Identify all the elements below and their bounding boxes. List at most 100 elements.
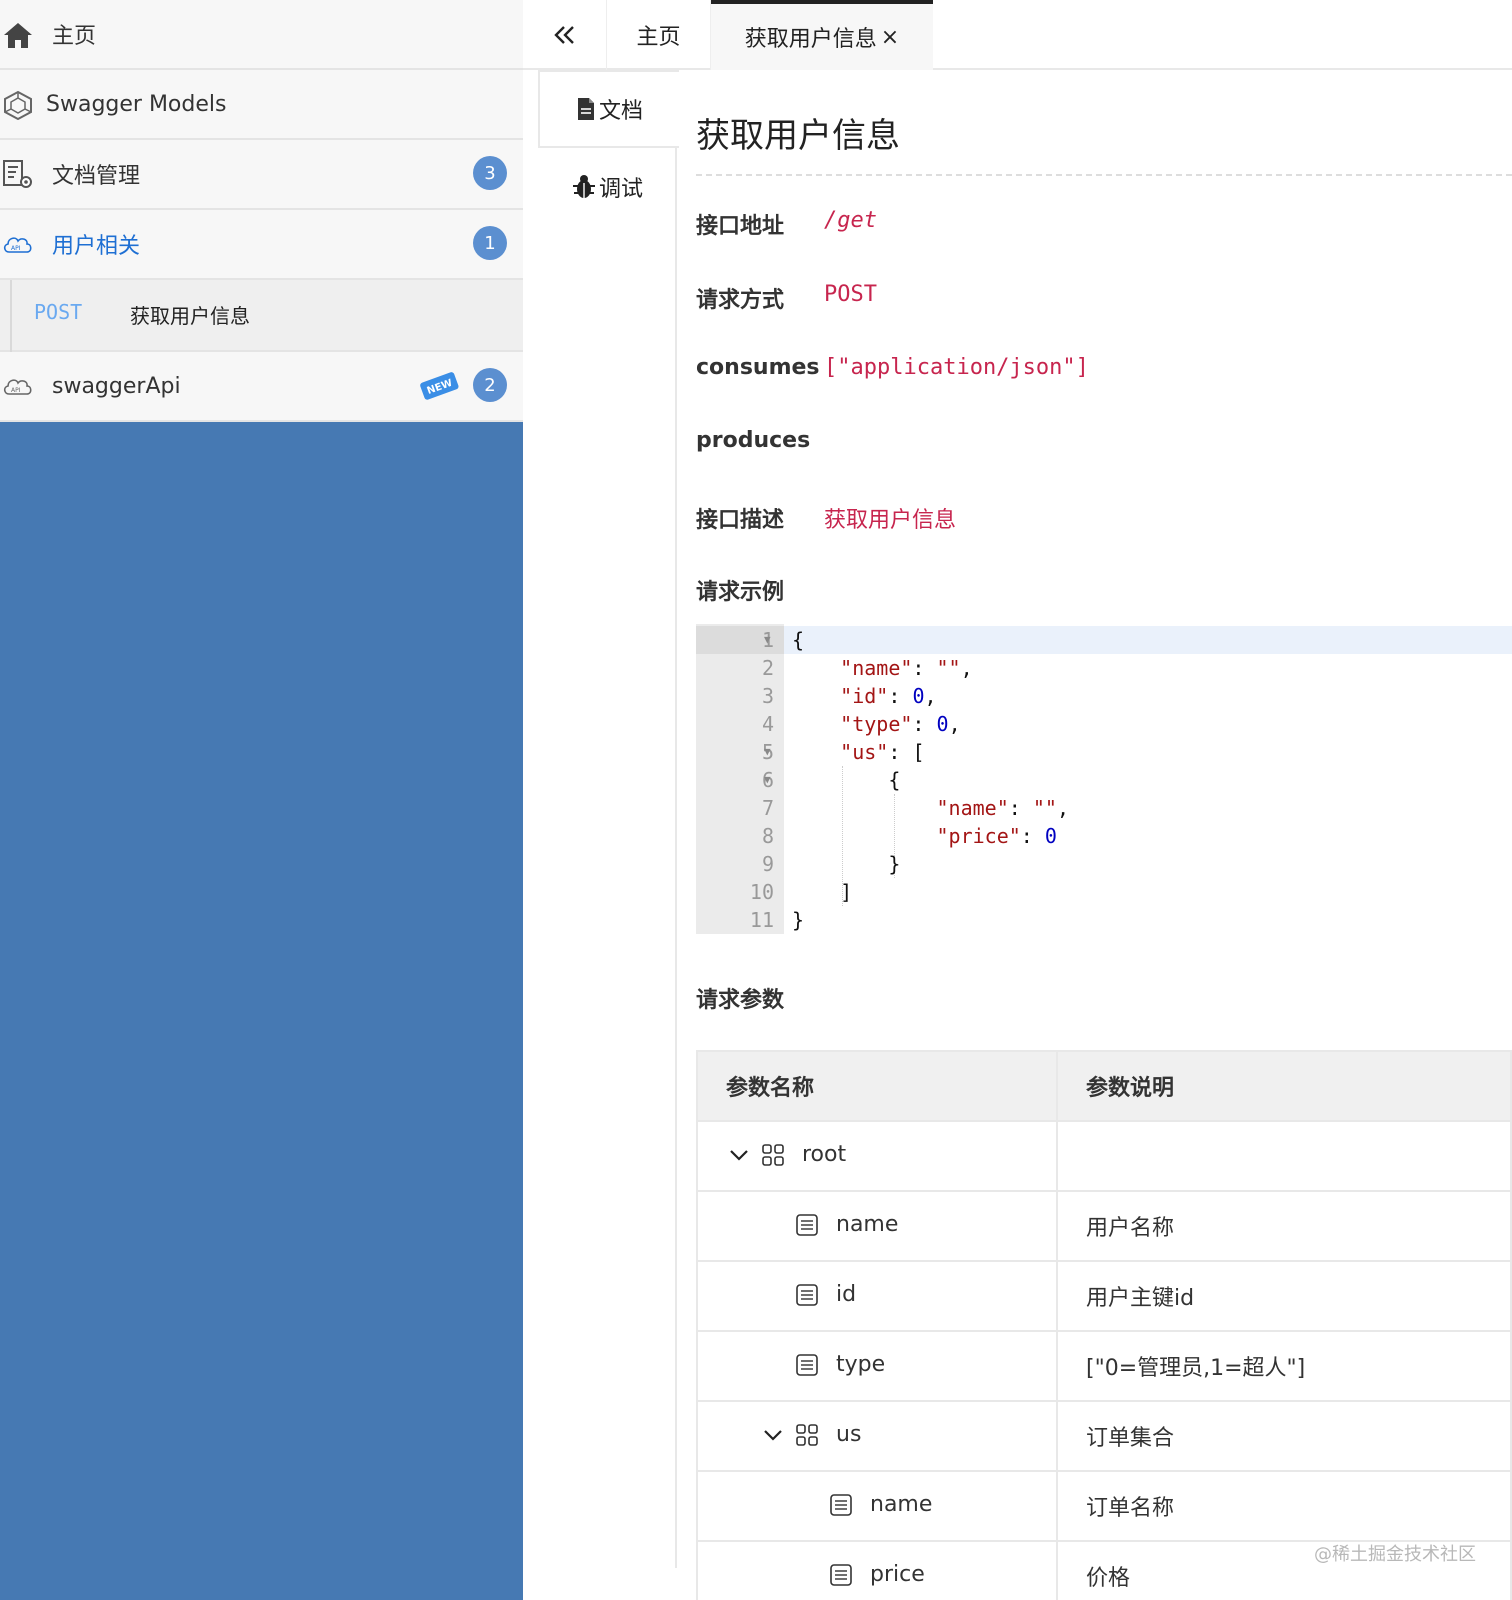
http-method: POST <box>34 300 83 324</box>
field-address: 接口地址 /get <box>696 208 877 240</box>
field-description: 接口描述 获取用户信息 <box>696 502 956 534</box>
code-editor[interactable]: 1 ▼ { 2 "name": "", 3 "id": 0, 4 "type": … <box>696 624 1512 934</box>
field-value: ["application/json"] <box>824 355 1089 380</box>
field-icon <box>830 1564 852 1586</box>
params-table: 参数名称 参数说明 root name 用户名称 id 用户主键id type … <box>696 1050 1512 1600</box>
param-name: name <box>836 1212 899 1237</box>
tab-debug[interactable]: 调试 <box>538 148 677 226</box>
models-icon <box>2 90 34 121</box>
sidebar-item-home[interactable]: 主页 <box>0 0 523 70</box>
table-row[interactable]: name 用户名称 <box>696 1191 1512 1262</box>
tab-label: 获取用户信息 <box>744 27 877 52</box>
line-number: 11 <box>749 908 774 932</box>
count-badge: 1 <box>473 226 507 260</box>
fold-arrow-icon: ▼ <box>764 745 771 758</box>
field-icon <box>830 1494 852 1516</box>
doc-settings-icon <box>2 160 34 190</box>
param-desc: 用户名称 <box>1056 1191 1512 1262</box>
example-section-title: 请求示例 <box>696 580 785 605</box>
field-value: POST <box>824 282 877 307</box>
sidebar: 主页 Swagger Models 文档管理 3 API 用户相关 1 POST… <box>0 0 523 1600</box>
close-icon[interactable]: × <box>881 25 899 50</box>
field-method: 请求方式 POST <box>696 282 877 314</box>
sidebar-item-label: Swagger Models <box>46 91 227 117</box>
double-chevron-left-icon <box>553 26 574 44</box>
sidebar-subitem-get-user-info[interactable]: POST 获取用户信息 <box>0 280 523 352</box>
file-icon <box>577 98 594 120</box>
svg-text:API: API <box>11 245 21 252</box>
api-cloud-icon: API <box>2 372 34 402</box>
param-desc: 订单名称 <box>1056 1471 1512 1542</box>
field-consumes: consumes ["application/json"] <box>696 355 1089 380</box>
home-icon <box>2 20 34 50</box>
sidebar-item-label: 用户相关 <box>52 234 141 259</box>
tab-home[interactable]: 主页 <box>607 0 711 70</box>
chevron-down-icon[interactable] <box>762 1424 784 1446</box>
column-header: 参数说明 <box>1056 1050 1512 1122</box>
field-label: 接口描述 <box>696 508 785 533</box>
field-icon <box>796 1284 818 1306</box>
code-line: 9 } <box>761 852 901 876</box>
fold-arrow-icon: ▼ <box>764 633 771 646</box>
code-line: 1 ▼ { <box>761 628 805 652</box>
code-line: 11 } <box>749 908 805 932</box>
sidebar-item-label: swaggerApi <box>52 373 181 399</box>
code-line: 6 ▼ { <box>761 768 901 792</box>
tab-doc[interactable]: 文档 <box>538 70 679 148</box>
field-value: /get <box>824 208 877 233</box>
new-tag-icon: NEW <box>418 368 460 400</box>
code-line: 3 "id": 0, <box>761 684 937 708</box>
table-row[interactable]: id 用户主键id <box>696 1261 1512 1332</box>
subitem-label: 获取用户信息 <box>130 304 250 328</box>
code-line: 4 "type": 0, <box>761 712 961 736</box>
doc-view-tabs: 文档 调试 <box>538 70 679 1568</box>
table-row[interactable]: type ["0=管理员,1=超人"] <box>696 1331 1512 1402</box>
table-row[interactable]: name 订单名称 <box>696 1471 1512 1542</box>
table-row[interactable]: root <box>696 1121 1512 1192</box>
title-divider <box>696 174 1512 176</box>
field-label: consumes <box>696 355 820 380</box>
field-value: 获取用户信息 <box>824 508 957 533</box>
param-desc: 用户主键id <box>1056 1261 1512 1332</box>
fold-arrow-icon: ▼ <box>764 773 771 786</box>
code-line: 10 ] <box>749 880 853 904</box>
field-label: produces <box>696 428 811 453</box>
sidebar-item-swagger-models[interactable]: Swagger Models <box>0 70 523 140</box>
object-icon <box>796 1424 818 1446</box>
param-name: id <box>836 1282 857 1307</box>
param-name: us <box>836 1422 862 1447</box>
field-produces: produces <box>696 428 810 453</box>
api-cloud-icon: API <box>2 230 34 260</box>
param-desc: 订单集合 <box>1056 1401 1512 1472</box>
line-number: 4 <box>761 712 774 736</box>
code-line: 5 ▼ "us": [ <box>761 740 925 764</box>
collapse-sidebar-button[interactable] <box>523 0 607 70</box>
tab-get-user-info[interactable]: 获取用户信息 × <box>711 0 933 70</box>
field-icon <box>796 1214 818 1236</box>
table-row[interactable]: us 订单集合 <box>696 1401 1512 1472</box>
code-line: 8 "price": 0 <box>761 824 1057 848</box>
line-number: 9 <box>761 852 774 876</box>
chevron-down-icon[interactable] <box>728 1144 750 1166</box>
line-number: 10 <box>749 880 774 904</box>
param-desc <box>1056 1121 1512 1192</box>
param-name: name <box>870 1492 933 1517</box>
line-number: 7 <box>761 796 774 820</box>
field-icon <box>796 1354 818 1376</box>
watermark: @稀土掘金技术社区 <box>1314 1544 1476 1565</box>
field-label: 请求方式 <box>696 288 785 313</box>
tab-label: 主页 <box>636 25 681 50</box>
param-name: type <box>836 1352 886 1377</box>
line-number: 3 <box>761 684 774 708</box>
param-name: root <box>802 1142 847 1167</box>
sidebar-item-doc-management[interactable]: 文档管理 3 <box>0 140 523 210</box>
bug-icon <box>572 175 595 198</box>
page-title: 获取用户信息 <box>696 116 900 156</box>
sidebar-item-label: 文档管理 <box>52 164 141 189</box>
table-header-row: 参数名称 参数说明 <box>696 1050 1512 1122</box>
sidebar-menu: 主页 Swagger Models 文档管理 3 API 用户相关 1 POST… <box>0 0 523 422</box>
sidebar-item-user-related[interactable]: API 用户相关 1 <box>0 210 523 280</box>
param-name: price <box>870 1562 925 1587</box>
params-section-title: 请求参数 <box>696 988 785 1013</box>
tree-guide-line <box>10 280 12 352</box>
